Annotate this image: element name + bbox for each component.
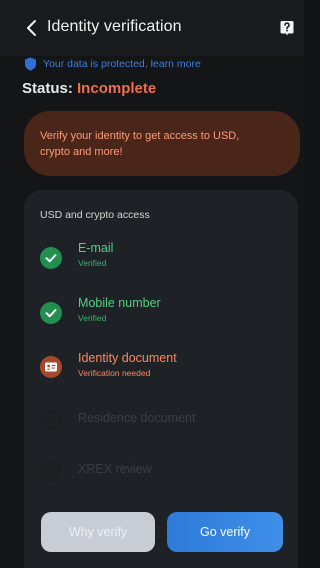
verification-alert: Verify your identity to get access to US… bbox=[24, 111, 300, 176]
step-mobile-number: Mobile number Verified bbox=[40, 296, 280, 326]
page-title: Identity verification bbox=[47, 18, 182, 35]
data-protection-link[interactable]: Your data is protected, learn more bbox=[24, 56, 201, 72]
status-label: Status: bbox=[22, 80, 73, 97]
step-status: Verified bbox=[78, 258, 107, 268]
why-verify-button[interactable]: Why verify bbox=[41, 512, 155, 552]
step-name: Residence document bbox=[78, 411, 196, 425]
verification-status: Status: Incomplete bbox=[22, 80, 156, 97]
step-name: E-mail bbox=[78, 241, 114, 255]
top-bar: Identity verification bbox=[0, 0, 304, 56]
check-icon bbox=[40, 302, 62, 324]
screen: Identity verification Your data is prote… bbox=[0, 0, 304, 568]
alert-text: Verify your identity to get access to US… bbox=[40, 130, 240, 158]
data-protection-text: Your data is protected, learn more bbox=[43, 58, 201, 70]
step-status: Verified bbox=[78, 313, 107, 323]
back-arrow-icon[interactable] bbox=[22, 16, 42, 40]
status-value: Incomplete bbox=[77, 80, 157, 97]
step-placeholder-icon bbox=[40, 409, 62, 431]
id-card-icon bbox=[40, 356, 62, 378]
step-identity-document[interactable]: Identity document Verification needed bbox=[40, 351, 280, 381]
step-name: Mobile number bbox=[78, 296, 161, 310]
step-email: E-mail Verified bbox=[40, 241, 280, 271]
shield-icon bbox=[25, 57, 36, 71]
check-icon bbox=[40, 247, 62, 269]
access-card-title: USD and crypto access bbox=[40, 209, 150, 221]
step-placeholder-icon bbox=[40, 460, 62, 482]
go-verify-button[interactable]: Go verify bbox=[167, 512, 283, 552]
step-name: Identity document bbox=[78, 351, 177, 365]
step-name: XREX review bbox=[78, 462, 152, 476]
step-xrex-review: XREX review bbox=[40, 460, 280, 492]
step-residence-document: Residence document bbox=[40, 409, 280, 441]
help-icon[interactable] bbox=[280, 20, 294, 36]
step-status: Verification needed bbox=[78, 368, 151, 378]
